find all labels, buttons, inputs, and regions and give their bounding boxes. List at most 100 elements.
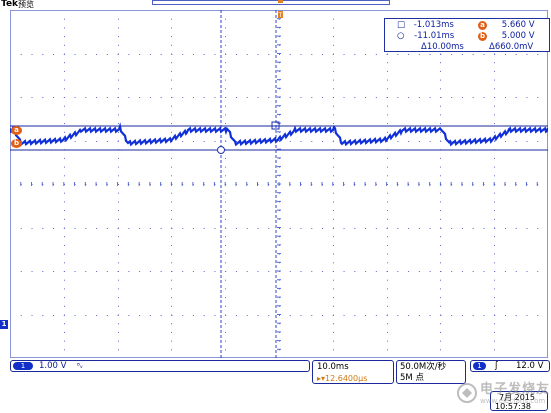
grid-dot — [440, 323, 441, 325]
grid-dot — [171, 97, 173, 98]
grid-dot — [397, 228, 399, 229]
grid-dot — [118, 244, 119, 246]
grid-dot — [333, 305, 334, 307]
grid-dot — [246, 315, 248, 316]
grid-dot — [182, 54, 184, 55]
cursor-b-volt: 5.000 V — [501, 31, 535, 41]
grid-dot — [515, 141, 517, 142]
grid-dot — [526, 315, 528, 316]
grid-dot — [387, 201, 388, 203]
grid-dot — [440, 131, 441, 133]
grid-dot — [322, 97, 324, 98]
grid-dot — [85, 97, 87, 98]
grid-dot — [171, 315, 173, 316]
grid-dot — [64, 331, 65, 333]
grid-dot — [106, 141, 108, 142]
grid-dot — [418, 315, 420, 316]
grid-dot — [96, 271, 98, 272]
grid-dot — [225, 201, 226, 203]
grid-dot — [537, 97, 539, 98]
grid-dot — [64, 157, 65, 159]
grid-dot — [139, 315, 141, 316]
grid-dot — [118, 114, 119, 116]
grid-dot — [429, 228, 431, 229]
grid-dot — [118, 36, 119, 38]
grid-dot — [494, 141, 496, 142]
grid-dot — [20, 315, 22, 316]
grid-dot — [311, 54, 313, 55]
grid-dot — [387, 340, 388, 342]
grid-dot — [225, 105, 226, 107]
cursor-2-circle-marker[interactable] — [217, 146, 225, 154]
grid-dot — [118, 331, 119, 333]
grid-dot — [387, 210, 388, 212]
grid-dot — [149, 228, 151, 229]
record-view-bar[interactable] — [152, 0, 390, 5]
grid-dot — [118, 323, 119, 325]
grid-dot — [494, 114, 495, 116]
grid-dot — [257, 271, 259, 272]
grid-dot — [354, 315, 356, 316]
grid-dot — [74, 271, 76, 272]
channel-1-settings[interactable]: 1 1.00 V ᴮᵥ — [10, 360, 310, 372]
grid-dot — [171, 305, 172, 307]
grid-dot — [537, 141, 539, 142]
grid-dot — [225, 279, 226, 281]
grid-dot — [96, 315, 98, 316]
grid-dot — [322, 271, 324, 272]
grid-dot — [171, 62, 172, 64]
grid-dot — [225, 97, 227, 98]
grid-dot — [387, 331, 388, 333]
bandwidth-limit-icon: ᴮᵥ — [77, 362, 83, 370]
grid-dot — [332, 228, 334, 229]
grid-dot — [225, 331, 226, 333]
grid-dot — [451, 315, 453, 316]
grid-dot — [118, 192, 119, 194]
cursor-a-marker[interactable]: a — [11, 126, 22, 135]
waveform-display[interactable] — [10, 10, 548, 358]
grid-dot — [225, 253, 226, 255]
grid-dot — [461, 97, 463, 98]
trigger-settings[interactable]: 1 ʃ 12.0 V — [470, 360, 550, 372]
grid-dot — [440, 210, 441, 212]
grid-dot — [160, 54, 162, 55]
grid-dot — [494, 228, 496, 229]
grid-dot — [192, 271, 194, 272]
grid-dot — [74, 228, 76, 229]
grid-dot — [494, 54, 496, 55]
grid-dot — [225, 323, 226, 325]
grid-dot — [225, 157, 226, 159]
grid-dot — [235, 271, 237, 272]
grid-dot — [333, 62, 334, 64]
cursor-b-marker[interactable]: b — [11, 139, 22, 148]
grid-dot — [64, 218, 65, 220]
grid-dot — [322, 141, 324, 142]
grid-dot — [333, 105, 334, 107]
grid-dot — [397, 54, 399, 55]
grid-dot — [440, 349, 441, 351]
grid-dot — [31, 228, 33, 229]
grid-dot — [171, 175, 172, 177]
grid-dot — [42, 271, 44, 272]
grid-dot — [31, 271, 33, 272]
grid-dot — [494, 349, 495, 351]
grid-dot — [160, 271, 162, 272]
grid-dot — [504, 271, 506, 272]
horizontal-settings[interactable]: 10.0ms ▸▾12.6400μs — [312, 360, 394, 384]
grid-dot — [74, 141, 76, 142]
grid-dot — [214, 97, 216, 98]
grid-dot — [387, 349, 388, 351]
grid-dot — [375, 97, 377, 98]
grid-dot — [182, 97, 184, 98]
trigger-level: 12.0 V — [516, 361, 544, 371]
grid-dot — [171, 36, 172, 38]
grid-dot — [42, 54, 44, 55]
grid-dot — [494, 323, 495, 325]
grid-dot — [64, 262, 65, 264]
channel-1-ground-marker[interactable]: 1 — [0, 320, 8, 329]
grid-dot — [483, 271, 485, 272]
grid-dot — [118, 62, 119, 64]
grid-dot — [225, 349, 226, 351]
grid-dot — [494, 62, 495, 64]
grid-dot — [64, 236, 65, 238]
